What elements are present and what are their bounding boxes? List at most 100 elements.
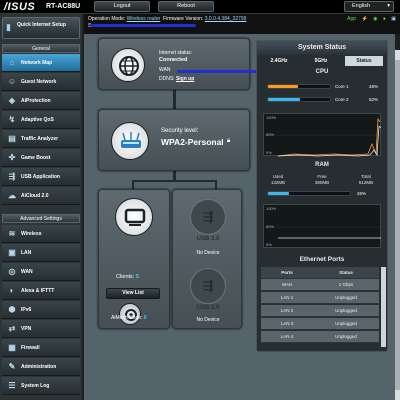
tab-2-4ghz[interactable]: 2.4GHz: [261, 56, 297, 66]
port-status: Unplugged: [335, 321, 357, 326]
advanced-settings-header: Advanced Settings: [2, 214, 80, 223]
firmware-link[interactable]: 3.0.0.4.384_32799: [205, 16, 247, 22]
logout-button[interactable]: Logout: [94, 1, 150, 12]
page-scrollbar-thumb[interactable]: [395, 60, 400, 390]
sidebar-item-administration[interactable]: ✎ Administration: [2, 358, 80, 376]
view-list-button[interactable]: View List: [106, 288, 160, 299]
internet-status-value: Connected: [159, 57, 188, 63]
sidebar-item-system-log[interactable]: ☰ System Log: [2, 377, 80, 395]
ram-free-label: Free: [317, 174, 327, 179]
usb-icon[interactable]: ⚡: [361, 16, 367, 22]
internet-status-label: Internet status:: [159, 50, 193, 56]
usb-port-1-status: No Device: [196, 250, 220, 256]
usb-port-2-status: No Device: [196, 317, 220, 323]
port-status: Unplugged: [335, 308, 357, 313]
port-name: LAN 1: [280, 295, 294, 300]
clients-row: Clients: 5: [116, 274, 139, 280]
port-name: LAN 3: [280, 321, 294, 326]
router-security-card[interactable]: Security level: WPA2-Personal 🔒︎: [98, 109, 250, 171]
sidebar-item-wireless[interactable]: ≋ Wireless: [2, 225, 80, 243]
ddns-signup-link[interactable]: Sign up: [176, 76, 194, 82]
port-name: WAN: [281, 282, 293, 287]
wan-icon: ◎: [8, 267, 16, 276]
network-icon[interactable]: ▣: [391, 16, 396, 22]
port-status: 1 Gbps: [338, 282, 354, 287]
usb-port-2-icon[interactable]: ⇶: [190, 268, 226, 304]
quick-setup-label: Quick Internet Setup: [17, 22, 66, 28]
asus-logo: /ISUS: [4, 1, 36, 13]
sidebar-item-usb-application[interactable]: ⇶ USB Application: [2, 168, 80, 186]
clients-count: 5: [135, 274, 139, 280]
administration-icon: ✎: [8, 362, 16, 371]
sidebar-item-label: Wireless: [21, 231, 42, 237]
ram-usage-fill: [268, 192, 290, 195]
sidebar-item-label: System Log: [21, 383, 50, 389]
port-name: LAN 4: [280, 334, 294, 339]
ram-used-value: 132MB: [270, 180, 286, 185]
port-name: LAN 2: [280, 308, 294, 313]
globe-icon: [111, 48, 145, 82]
ipv6-icon: ⬢: [8, 305, 16, 314]
quick-setup-icon: ▮: [6, 22, 11, 32]
language-select[interactable]: English: [344, 1, 394, 12]
ethernet-row: LAN 2 Unplugged: [261, 305, 379, 317]
guest-network-icon: ☺: [7, 77, 17, 86]
router-model: RT-AC88U: [46, 3, 81, 10]
status-bar: Operation Mode: Wireless router Firmware…: [84, 14, 400, 34]
tab-5ghz[interactable]: 5GHz: [303, 56, 339, 66]
aimesh-row: AiMesh Node: 0: [111, 315, 147, 321]
security-level-value: WPA2-Personal: [161, 137, 224, 147]
connector-line: [173, 90, 176, 109]
sidebar-item-label: Alexa & IFTTT: [21, 288, 55, 294]
sidebar: ▮ Quick Internet Setup General ⌂ Network …: [0, 14, 82, 400]
lock-icon: 🔒︎: [227, 138, 231, 144]
ethernet-table-scrollbar[interactable]: [381, 267, 386, 347]
ethernet-table-header: Ports Status: [261, 267, 379, 279]
tab-status[interactable]: Status: [345, 56, 383, 66]
sidebar-item-alexa-ifttt[interactable]: ◐ Alexa & IFTTT: [2, 282, 80, 300]
wifi-icon[interactable]: ◉: [373, 16, 377, 22]
sidebar-item-label: Game Boost: [21, 155, 51, 161]
user-icon[interactable]: ●: [383, 16, 386, 22]
usb-port-2-label: USB 2.0: [196, 305, 220, 311]
op-mode-label: Operation Mode:: [88, 16, 126, 22]
reboot-button[interactable]: Reboot: [158, 1, 214, 12]
sidebar-item-firewall[interactable]: ▦ Firewall: [2, 339, 80, 357]
sidebar-item-lan[interactable]: ▣ LAN: [2, 244, 80, 262]
clients-label: Clients:: [116, 274, 135, 280]
ram-graph-label-max: 100%: [266, 206, 277, 211]
sidebar-item-wan[interactable]: ◎ WAN: [2, 263, 80, 281]
sidebar-item-adaptive-qos[interactable]: ↯ Adaptive QoS: [2, 111, 80, 129]
ram-percent: 26%: [357, 191, 367, 196]
usb-port-1-icon[interactable]: ⇶: [190, 199, 226, 235]
app-label[interactable]: App: [347, 16, 356, 22]
sidebar-item-guest-network[interactable]: ☺ Guest Network: [2, 73, 80, 91]
cpu-usage-graph: 100% 50% 0%: [263, 113, 382, 157]
qos-icon: ↯: [8, 115, 16, 124]
status-icons: App ⚡ ◉ ● ▣: [343, 16, 396, 22]
aimesh-icon[interactable]: [119, 303, 141, 325]
status-line: Operation Mode: Wireless router Firmware…: [88, 16, 246, 22]
sidebar-item-ipv6[interactable]: ⬢ IPv6: [2, 301, 80, 319]
sidebar-item-traffic-analyzer[interactable]: ▤ Traffic Analyzer: [2, 130, 80, 148]
clients-card[interactable]: Clients: 5 View List: [98, 189, 170, 329]
system-status-panel: System Status 2.4GHz 5GHz Status CPU Cor…: [256, 40, 388, 352]
wireless-icon: ≋: [8, 229, 16, 238]
sidebar-item-aiprotection[interactable]: ◈ AiProtection: [2, 92, 80, 110]
sidebar-item-network-map[interactable]: ⌂ Network Map: [2, 54, 80, 72]
sidebar-item-label: Administration: [21, 364, 57, 370]
cpu-core1-label: Core 1: [335, 84, 349, 89]
sidebar-item-label: Network Map: [21, 60, 53, 66]
op-mode-link[interactable]: Wireless router: [127, 16, 161, 22]
sidebar-item-game-boost[interactable]: ✜ Game Boost: [2, 149, 80, 167]
sidebar-item-vpn[interactable]: ⇄ VPN: [2, 320, 80, 338]
sidebar-item-label: Adaptive QoS: [21, 117, 54, 123]
sidebar-item-aicloud-2-0[interactable]: ☁ AiCloud 2.0: [2, 187, 80, 205]
firmware-label: Firmware Version:: [163, 16, 204, 22]
quick-internet-setup-button[interactable]: ▮ Quick Internet Setup: [2, 17, 80, 39]
internet-status-card[interactable]: Internet status: Connected WAN DDNS: Sig…: [98, 38, 263, 90]
monitor-icon: [115, 198, 153, 236]
aimesh-label: AiMesh Node:: [111, 315, 143, 321]
redacted-ssid: [90, 24, 196, 27]
ethernet-row: WAN 1 Gbps: [261, 279, 379, 291]
